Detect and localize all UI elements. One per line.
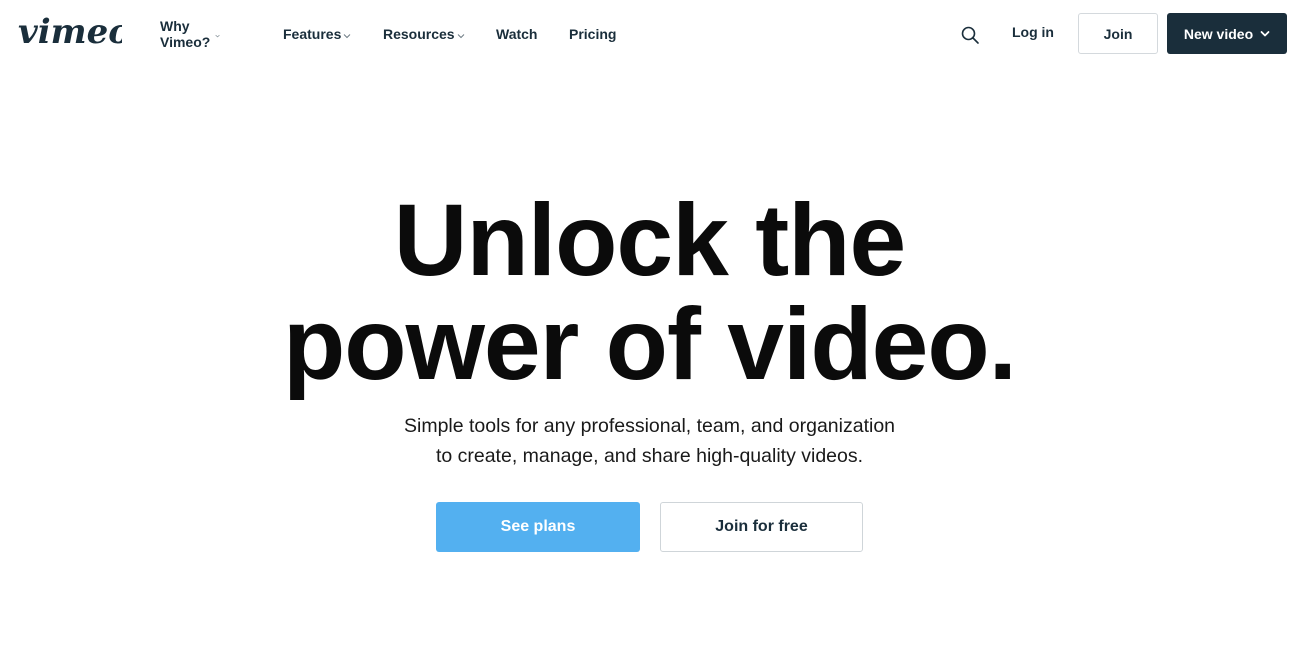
join-button[interactable]: Join [1078,13,1158,54]
nav-item-resources[interactable]: Resources [383,24,465,44]
logo-text: vimeo [18,12,122,52]
hero-subtitle-line-1: Simple tools for any professional, team,… [403,415,896,437]
nav-item-label: Watch [496,26,538,42]
chevron-down-icon [344,34,351,39]
new-video-button[interactable]: New video [1167,13,1287,54]
nav-item-label: Pricing [569,26,617,42]
join-for-free-button[interactable]: Join for free [660,502,863,552]
login-link[interactable]: Log in [1012,24,1054,40]
nav-item-pricing[interactable]: Pricing [569,24,616,44]
join-button-label: Join [1103,25,1133,42]
chevron-down-icon [1260,30,1270,36]
nav-item-label: Resources [383,26,455,42]
hero-subtitle: Simple tools for any professional, team,… [0,411,1299,471]
search-icon[interactable] [960,25,980,45]
nav-item-label: Why Vimeo? [160,18,211,50]
nav-item-label: Features [283,26,342,42]
top-navigation: vimeo Why Vimeo? Features Resources Watc… [0,0,1299,68]
new-video-button-label: New video [1183,25,1254,42]
hero-title: Unlock the power of video. [0,188,1299,396]
nav-item-features[interactable]: Features [283,24,351,44]
chevron-down-icon [457,34,464,39]
hero-title-line-1: Unlock the [393,183,906,297]
hero-subtitle-line-2: to create, manage, and share high-qualit… [435,445,864,467]
nav-item-watch[interactable]: Watch [496,24,537,44]
see-plans-button[interactable]: See plans [436,502,640,552]
vimeo-logo[interactable]: vimeo [18,12,131,52]
hero-title-line-2: power of video. [282,287,1017,401]
see-plans-label: See plans [500,518,576,535]
chevron-down-icon [215,34,220,38]
join-for-free-label: Join for free [715,518,808,535]
nav-item-why-vimeo[interactable]: Why Vimeo? [160,18,220,50]
